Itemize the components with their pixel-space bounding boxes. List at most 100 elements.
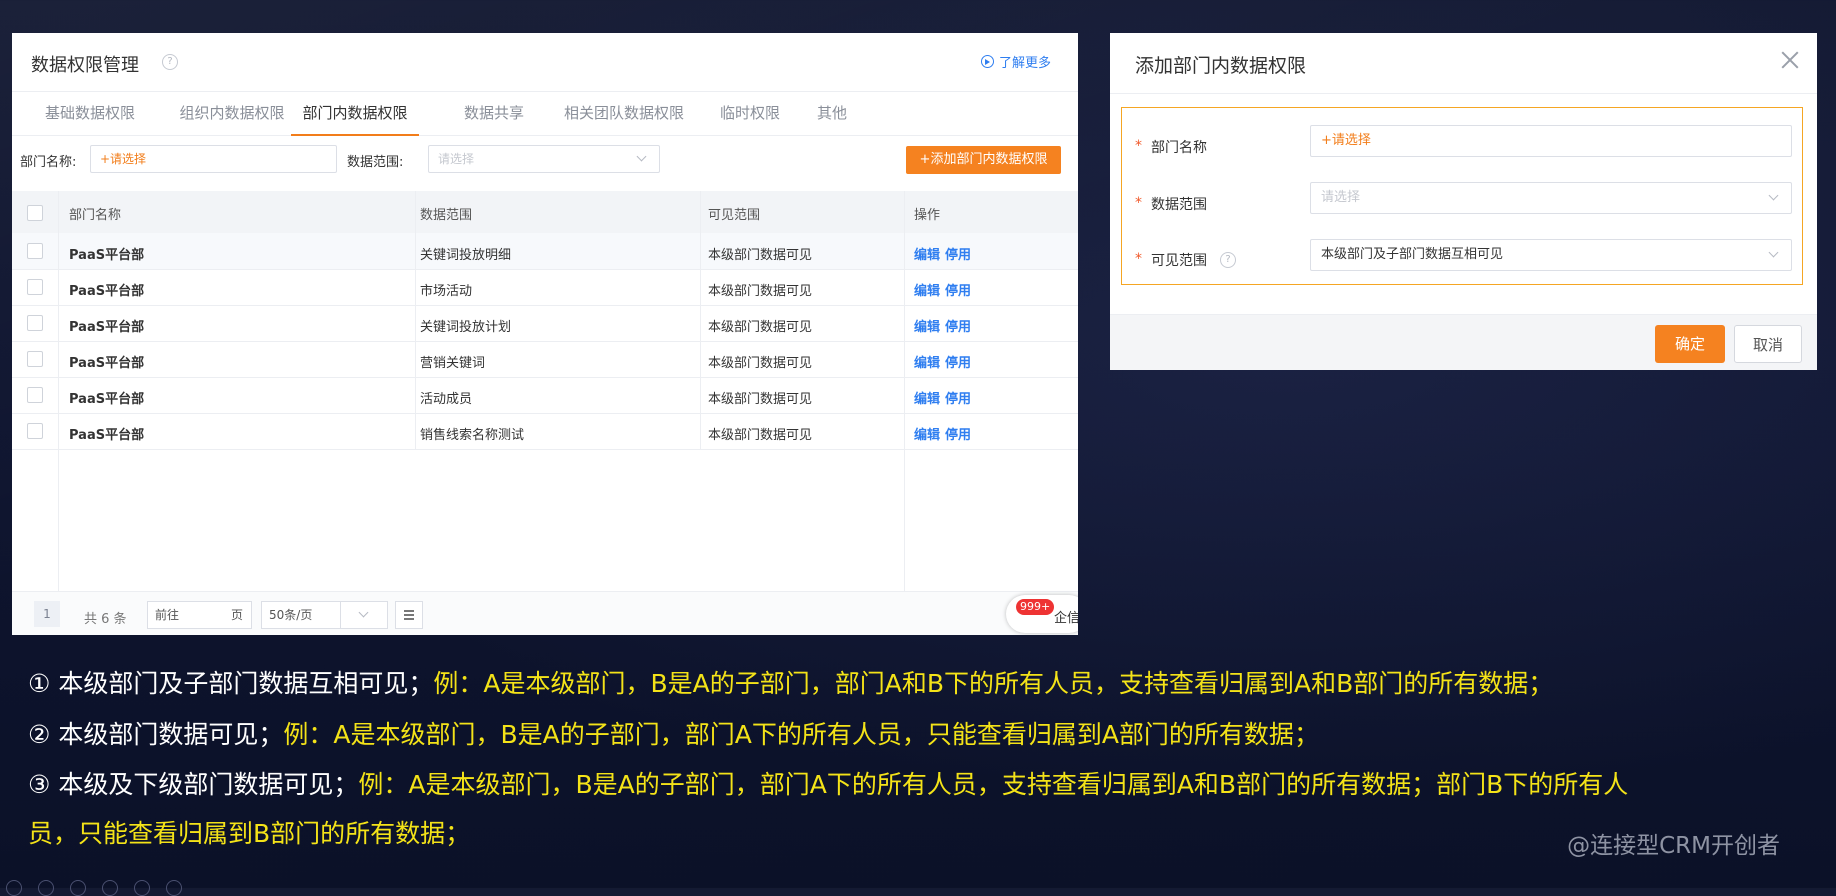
cell-range: 关键词投放明细 [420, 248, 512, 263]
visible-scope-select[interactable]: 本级部门及子部门数据互相可见 [1310, 239, 1792, 271]
qixin-chat-button[interactable]: 999+ 企信 [1006, 595, 1078, 633]
cell-dept: PaaS平台部 [69, 392, 145, 407]
dialog-title: 添加部门内数据权限 [1135, 55, 1307, 77]
edit-link[interactable]: 编辑 [914, 424, 940, 443]
cancel-button[interactable]: 取消 [1734, 325, 1802, 363]
disable-link[interactable]: 停用 [945, 388, 971, 407]
dept-filter-input[interactable]: +请选择 [90, 145, 337, 173]
cell-visible: 本级部门数据可见 [708, 284, 813, 299]
dialog-divider [1110, 93, 1817, 94]
cell-visible: 本级部门数据可见 [708, 248, 813, 263]
range-placeholder: 请选择 [1321, 190, 1361, 205]
dept-select-input[interactable]: +请选择 [1310, 125, 1792, 157]
col-actions: 操作 [914, 208, 941, 223]
table-row[interactable]: PaaS平台部 关键词投放明细 本级部门数据可见 编辑 停用 [12, 233, 1078, 270]
cell-dept: PaaS平台部 [69, 248, 145, 263]
field-label-range: 数据范围 [1151, 197, 1207, 213]
range-filter-select[interactable]: 请选择 [428, 145, 660, 173]
cell-dept: PaaS平台部 [69, 284, 145, 299]
disable-link[interactable]: 停用 [945, 280, 971, 299]
confirm-button[interactable]: 确定 [1655, 325, 1725, 363]
help-icon[interactable]: ? [1220, 252, 1236, 268]
cell-range: 营销关键词 [420, 356, 486, 371]
watermark: @连接型CRM开创者 [1567, 833, 1780, 859]
required-mark: * [1135, 138, 1142, 154]
cell-range: 销售线索名称测试 [420, 428, 525, 443]
cell-visible: 本级部门数据可见 [708, 392, 813, 407]
field-label-visible: 可见范围 [1151, 253, 1207, 269]
permission-tabs: 基础数据权限 组织内数据权限 部门内数据权限 数据共享 相关团队数据权限 临时权… [12, 91, 1078, 136]
learn-more-link[interactable]: 了解更多 [980, 52, 1051, 71]
tab-sharing[interactable]: 数据共享 [452, 91, 536, 135]
row-checkbox[interactable] [27, 387, 43, 403]
dept-filter-label: 部门名称: [20, 155, 77, 170]
chevron-down-icon [358, 607, 369, 618]
table-row[interactable]: PaaS平台部 营销关键词 本级部门数据可见 编辑 停用 [12, 341, 1078, 378]
disable-link[interactable]: 停用 [945, 316, 971, 335]
dialog-form: * 部门名称 +请选择 * 数据范围 请选择 * 可见范围 ? 本级部门及子部门… [1121, 107, 1803, 285]
row-checkbox[interactable] [27, 279, 43, 295]
tab-other[interactable]: 其他 [805, 91, 859, 135]
disable-link[interactable]: 停用 [945, 424, 971, 443]
add-dept-permission-button[interactable]: +添加部门内数据权限 [906, 146, 1061, 174]
note-detail: 例：A是本级部门，B是A的子部门，部门A和B下的所有人员，支持查看归属到A和B部… [433, 669, 1554, 698]
table-row[interactable]: PaaS平台部 关键词投放计划 本级部门数据可见 编辑 停用 [12, 305, 1078, 342]
tab-org[interactable]: 组织内数据权限 [168, 91, 296, 135]
pagination: 1 共 6 条 前往 页 50条/页 999+ 企信 [12, 591, 1078, 635]
note-detail: 员，只能查看归属到B部门的所有数据； [28, 819, 471, 848]
range-filter-placeholder: 请选择 [438, 152, 475, 166]
help-icon[interactable]: ? [162, 54, 178, 70]
note-lead: ③ 本级及下级部门数据可见； [28, 770, 359, 799]
cell-range: 活动成员 [420, 392, 473, 407]
column-divider [700, 191, 701, 449]
column-divider [58, 191, 59, 591]
page-size-select[interactable]: 50条/页 [261, 601, 388, 629]
note-2: ② 本级部门数据可见；例：A是本级部门，B是A的子部门，部门A下的所有人员，只能… [28, 718, 1319, 752]
table-row[interactable]: PaaS平台部 活动成员 本级部门数据可见 编辑 停用 [12, 377, 1078, 414]
note-3: ③ 本级及下级部门数据可见；例：A是本级部门，B是A的子部门，部门A下的所有人员… [28, 768, 1628, 802]
field-label-dept: 部门名称 [1151, 140, 1207, 156]
cell-dept: PaaS平台部 [69, 356, 145, 371]
slide-dot [166, 880, 182, 896]
edit-link[interactable]: 编辑 [914, 280, 940, 299]
column-divider [415, 191, 416, 449]
disable-link[interactable]: 停用 [945, 244, 971, 263]
edit-link[interactable]: 编辑 [914, 316, 940, 335]
slide-dots [0, 878, 200, 896]
visible-scope-value: 本级部门及子部门数据互相可见 [1321, 247, 1504, 262]
edit-link[interactable]: 编辑 [914, 388, 940, 407]
table-row[interactable]: PaaS平台部 市场活动 本级部门数据可见 编辑 停用 [12, 269, 1078, 306]
learn-more-label: 了解更多 [998, 56, 1051, 71]
permission-table: 部门名称 数据范围 可见范围 操作 PaaS平台部 关键词投放明细 本级部门数据… [12, 191, 1078, 591]
tab-team[interactable]: 相关团队数据权限 [552, 91, 696, 135]
note-lead: ① 本级部门及子部门数据互相可见； [28, 669, 434, 698]
column-divider [904, 191, 905, 591]
row-checkbox[interactable] [27, 423, 43, 439]
goto-page-input[interactable]: 前往 页 [147, 601, 252, 629]
chevron-down-icon [1768, 247, 1779, 258]
edit-link[interactable]: 编辑 [914, 244, 940, 263]
row-checkbox[interactable] [27, 351, 43, 367]
close-icon[interactable] [1779, 49, 1801, 71]
note-detail: 例：A是本级部门，B是A的子部门，部门A下的所有人员，只能查看归属到A部门的所有… [283, 720, 1319, 749]
tab-basic[interactable]: 基础数据权限 [40, 91, 140, 135]
select-all-checkbox[interactable] [27, 205, 43, 221]
add-dept-permission-dialog: 添加部门内数据权限 * 部门名称 +请选择 * 数据范围 请选择 * 可见范围 … [1110, 33, 1817, 370]
range-select[interactable]: 请选择 [1310, 182, 1792, 214]
cell-range: 关键词投放计划 [420, 320, 512, 335]
page-number-button[interactable]: 1 [34, 601, 60, 627]
edit-link[interactable]: 编辑 [914, 352, 940, 371]
tab-department[interactable]: 部门内数据权限 [291, 91, 419, 136]
row-checkbox[interactable] [27, 315, 43, 331]
row-checkbox[interactable] [27, 243, 43, 259]
disable-link[interactable]: 停用 [945, 352, 971, 371]
cell-visible: 本级部门数据可见 [708, 428, 813, 443]
range-filter-label: 数据范围: [347, 155, 404, 170]
table-row[interactable]: PaaS平台部 销售线索名称测试 本级部门数据可见 编辑 停用 [12, 413, 1078, 450]
page-title: 数据权限管理 [31, 55, 139, 76]
tab-temporary[interactable]: 临时权限 [710, 91, 790, 135]
play-circle-icon [980, 55, 994, 68]
data-permission-panel: 数据权限管理 ? 了解更多 基础数据权限 组织内数据权限 部门内数据权限 数据共… [12, 33, 1078, 635]
list-icon[interactable] [395, 601, 423, 629]
chevron-down-icon [636, 151, 647, 162]
